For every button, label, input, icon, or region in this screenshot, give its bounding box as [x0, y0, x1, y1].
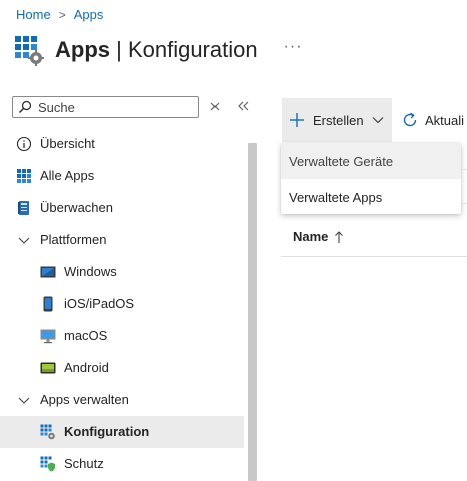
search-input[interactable]	[38, 99, 188, 115]
page-header: Apps | Konfiguration ···	[14, 34, 303, 66]
sidebar-group-plattformen[interactable]: Plattformen	[0, 224, 244, 256]
sidebar-item-konfiguration[interactable]: Konfiguration	[0, 416, 244, 448]
chevron-down-icon	[18, 397, 30, 404]
sidebar-item-label: Übersicht	[40, 136, 95, 151]
sidebar-item-macos[interactable]: macOS	[0, 320, 244, 352]
macos-device-icon	[40, 329, 56, 344]
page-title-bold: Apps	[55, 37, 110, 62]
monitor-book-icon	[18, 201, 29, 215]
ios-device-icon	[43, 296, 53, 312]
breadcrumb-separator: >	[58, 7, 66, 22]
apps-config-icon	[40, 424, 55, 440]
android-device-icon	[40, 362, 56, 374]
breadcrumb-home-link[interactable]: Home	[16, 7, 51, 22]
sidebar-item-schutz[interactable]: Schutz	[0, 448, 244, 480]
info-icon	[16, 136, 32, 152]
sidebar-item-label: Plattformen	[40, 232, 107, 247]
sidebar-item-alle-apps[interactable]: Alle Apps	[0, 160, 244, 192]
refresh-icon	[403, 112, 417, 127]
page-title: Apps | Konfiguration	[55, 37, 258, 63]
grid-apps-icon	[17, 169, 31, 183]
create-dropdown-menu: Verwaltete Geräte Verwaltete Apps	[281, 143, 461, 214]
create-button[interactable]: Erstellen	[282, 98, 392, 142]
sidebar-item-label: Konfiguration	[64, 424, 150, 439]
sidebar-item-label: Schutz	[64, 456, 104, 471]
column-header-label: Name	[293, 229, 329, 244]
more-options-button[interactable]: ···	[284, 38, 303, 56]
sidebar-item-label: macOS	[64, 328, 108, 343]
sidebar-item-label: Windows	[64, 264, 117, 279]
sidebar-search[interactable]	[12, 96, 199, 118]
arrow-up-icon	[335, 230, 344, 243]
column-header-name[interactable]: Name	[293, 229, 344, 244]
plus-icon	[290, 113, 304, 127]
collapse-sidebar-icon[interactable]	[235, 99, 251, 113]
divider	[461, 203, 467, 204]
sidebar-item-label: Alle Apps	[40, 168, 95, 183]
chevron-down-icon	[372, 117, 384, 124]
divider	[461, 169, 467, 170]
sidebar-nav: Übersicht Alle Apps Überwachen Plattform…	[0, 128, 244, 480]
clear-search-icon[interactable]	[207, 98, 223, 114]
sidebar-item-label: Überwachen	[40, 200, 113, 215]
page-title-rest: | Konfiguration	[110, 37, 258, 62]
chevron-down-icon	[18, 237, 30, 244]
sidebar-item-label: iOS/iPadOS	[64, 296, 135, 311]
sidebar-item-label: Android	[64, 360, 109, 375]
sidebar-item-uebersicht[interactable]: Übersicht	[0, 128, 244, 160]
breadcrumb-apps-link[interactable]: Apps	[74, 7, 104, 22]
breadcrumb: Home > Apps	[16, 7, 103, 22]
sidebar-item-windows[interactable]: Windows	[0, 256, 244, 288]
sidebar-item-ueberwachen[interactable]: Überwachen	[0, 192, 244, 224]
table-header-divider	[281, 256, 467, 257]
menu-item-verwaltete-apps[interactable]: Verwaltete Apps	[281, 179, 461, 215]
sidebar-item-android[interactable]: Android	[0, 352, 244, 384]
create-button-label: Erstellen	[313, 113, 364, 128]
sidebar-item-ios-ipados[interactable]: iOS/iPadOS	[0, 288, 244, 320]
sidebar-group-apps-verwalten[interactable]: Apps verwalten	[0, 384, 244, 416]
sidebar-scrollbar[interactable]	[248, 143, 257, 481]
refresh-button-label: Aktuali	[425, 113, 465, 128]
command-bar: Erstellen Aktuali	[282, 98, 467, 142]
menu-item-verwaltete-geraete[interactable]: Verwaltete Geräte	[281, 143, 461, 179]
windows-device-icon	[40, 266, 56, 278]
sidebar-item-label: Apps verwalten	[40, 392, 129, 407]
apps-protection-icon	[40, 456, 55, 472]
apps-config-icon	[15, 36, 44, 66]
search-icon	[19, 100, 32, 113]
